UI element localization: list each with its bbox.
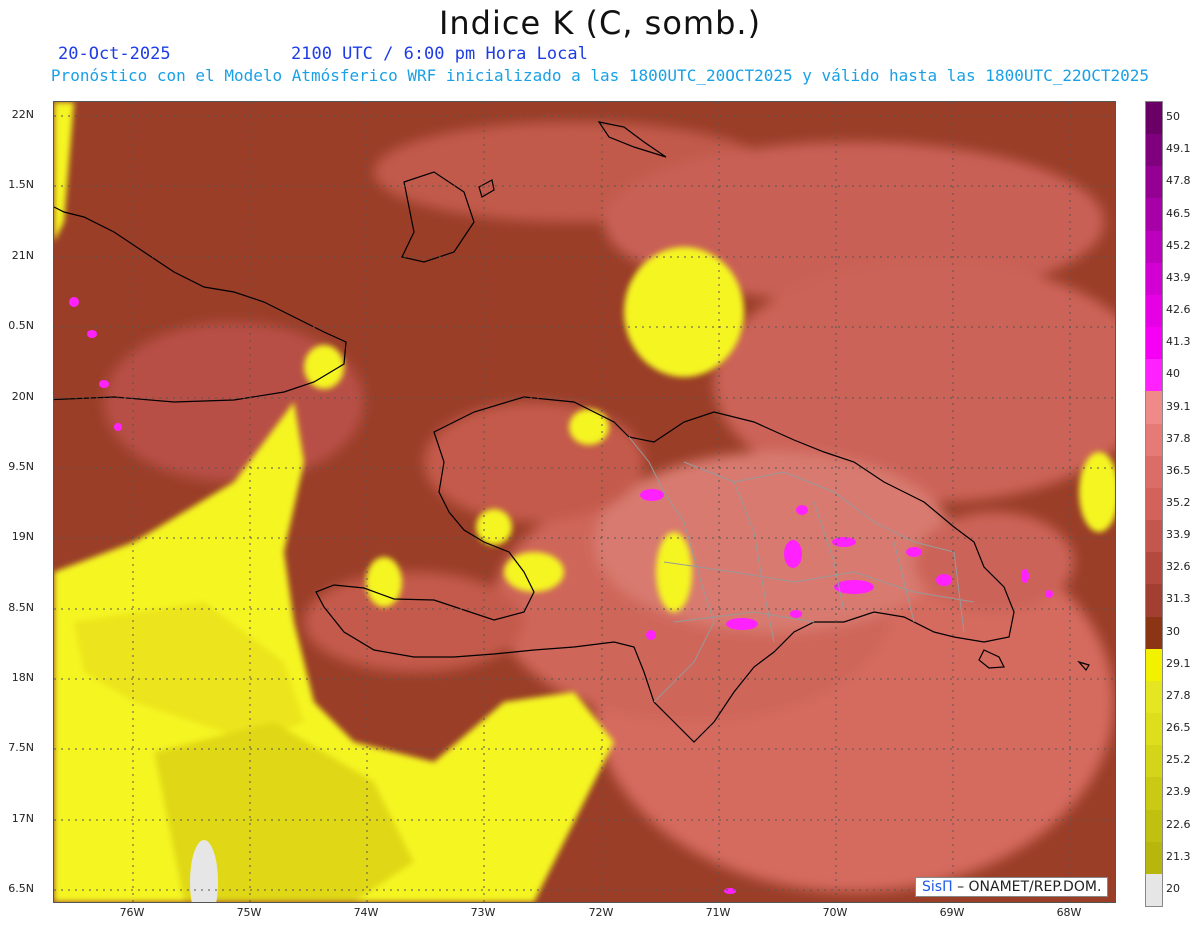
legend-swatch	[1146, 584, 1162, 618]
legend-label: 39.1	[1166, 399, 1191, 413]
legend-label: 41.3	[1166, 335, 1191, 349]
legend-label: 35.2	[1166, 496, 1191, 509]
legend-label: 32.6	[1166, 560, 1191, 574]
lat-label: 17N	[11, 812, 34, 825]
legend-label: 23.9	[1166, 785, 1191, 799]
legend-label: 45.2	[1166, 238, 1191, 252]
map-canvas	[53, 101, 1116, 903]
legend-swatch	[1146, 809, 1162, 843]
legend-label: 30	[1166, 624, 1180, 638]
legend-label: 25.2	[1166, 753, 1191, 767]
legend-swatch	[1146, 198, 1162, 232]
legend-swatch	[1146, 230, 1162, 264]
forecast-time: 2100 UTC / 6:00 pm Hora Local	[291, 44, 588, 64]
color-legend	[1145, 101, 1163, 907]
lat-label: 20N	[11, 390, 34, 403]
legend-swatch	[1146, 520, 1162, 553]
lon-label: 69W	[939, 906, 965, 919]
lat-label: 7.5N	[8, 741, 34, 754]
lat-label: 9.5N	[8, 460, 34, 473]
lon-label: 70W	[822, 906, 848, 919]
legend-swatch	[1146, 487, 1162, 521]
legend-swatch	[1146, 166, 1162, 199]
lat-label: 6.5N	[8, 882, 34, 895]
legend-label: 21.3	[1166, 849, 1191, 863]
legend-swatch	[1146, 648, 1162, 682]
legend-swatch	[1146, 552, 1162, 585]
legend-label: 37.8	[1166, 431, 1191, 445]
legend-label: 50	[1166, 110, 1180, 124]
legend-swatch	[1146, 327, 1162, 360]
legend-swatch	[1146, 262, 1162, 296]
legend-label: 33.9	[1166, 528, 1191, 542]
legend-label: 20	[1166, 881, 1180, 895]
lat-label: 21N	[11, 249, 34, 262]
k-index-field	[54, 102, 1115, 902]
credit-org: – ONAMET/REP.DOM.	[957, 879, 1102, 895]
lon-label: 76W	[119, 906, 145, 919]
legend-swatch	[1146, 713, 1162, 746]
legend-label: 36.5	[1166, 463, 1191, 477]
legend-label: 47.8	[1166, 174, 1191, 188]
legend-swatch	[1146, 455, 1162, 489]
lon-label: 73W	[470, 906, 496, 919]
legend-swatch	[1146, 841, 1162, 875]
lon-label: 71W	[705, 906, 731, 919]
legend-label: 46.5	[1166, 206, 1191, 220]
forecast-date: 20-Oct-2025	[58, 44, 171, 64]
legend-label: 49.1	[1166, 142, 1191, 156]
legend-swatch	[1146, 391, 1162, 425]
credit-brand: SisΠ	[922, 879, 953, 895]
legend-label: 42.6	[1166, 303, 1191, 317]
model-subtitle: Pronóstico con el Modelo Atmósferico WRF…	[50, 66, 1150, 85]
legend-swatch	[1146, 777, 1162, 811]
legend-swatch	[1146, 423, 1162, 457]
legend-swatch	[1146, 745, 1162, 778]
lat-label: 18N	[11, 671, 34, 684]
legend-swatch	[1146, 102, 1162, 135]
lat-label: 8.5N	[8, 601, 34, 614]
credit-box: SisΠ – ONAMET/REP.DOM.	[915, 877, 1109, 897]
lat-label: 0.5N	[8, 319, 34, 332]
lon-label: 68W	[1056, 906, 1082, 919]
legend-swatch	[1146, 359, 1162, 392]
lon-label: 72W	[588, 906, 614, 919]
legend-label: 26.5	[1166, 721, 1191, 735]
legend-swatch	[1146, 680, 1162, 714]
legend-swatch	[1146, 294, 1162, 328]
legend-label: 27.8	[1166, 688, 1191, 702]
legend-swatch	[1146, 616, 1162, 650]
lat-label: 1.5N	[8, 178, 34, 191]
legend-swatch	[1146, 134, 1162, 167]
legend-label: 29.1	[1166, 656, 1191, 670]
lon-label: 74W	[353, 906, 379, 919]
lat-label: 22N	[11, 108, 34, 121]
legend-label: 43.9	[1166, 270, 1191, 284]
lat-label: 19N	[11, 530, 34, 543]
legend-label: 22.6	[1166, 817, 1191, 831]
lon-label: 75W	[236, 906, 262, 919]
legend-swatch	[1146, 873, 1162, 907]
map-title: Indice K (C, somb.)	[438, 4, 762, 42]
legend-label: 31.3	[1166, 592, 1191, 606]
legend-label: 40	[1166, 367, 1180, 381]
